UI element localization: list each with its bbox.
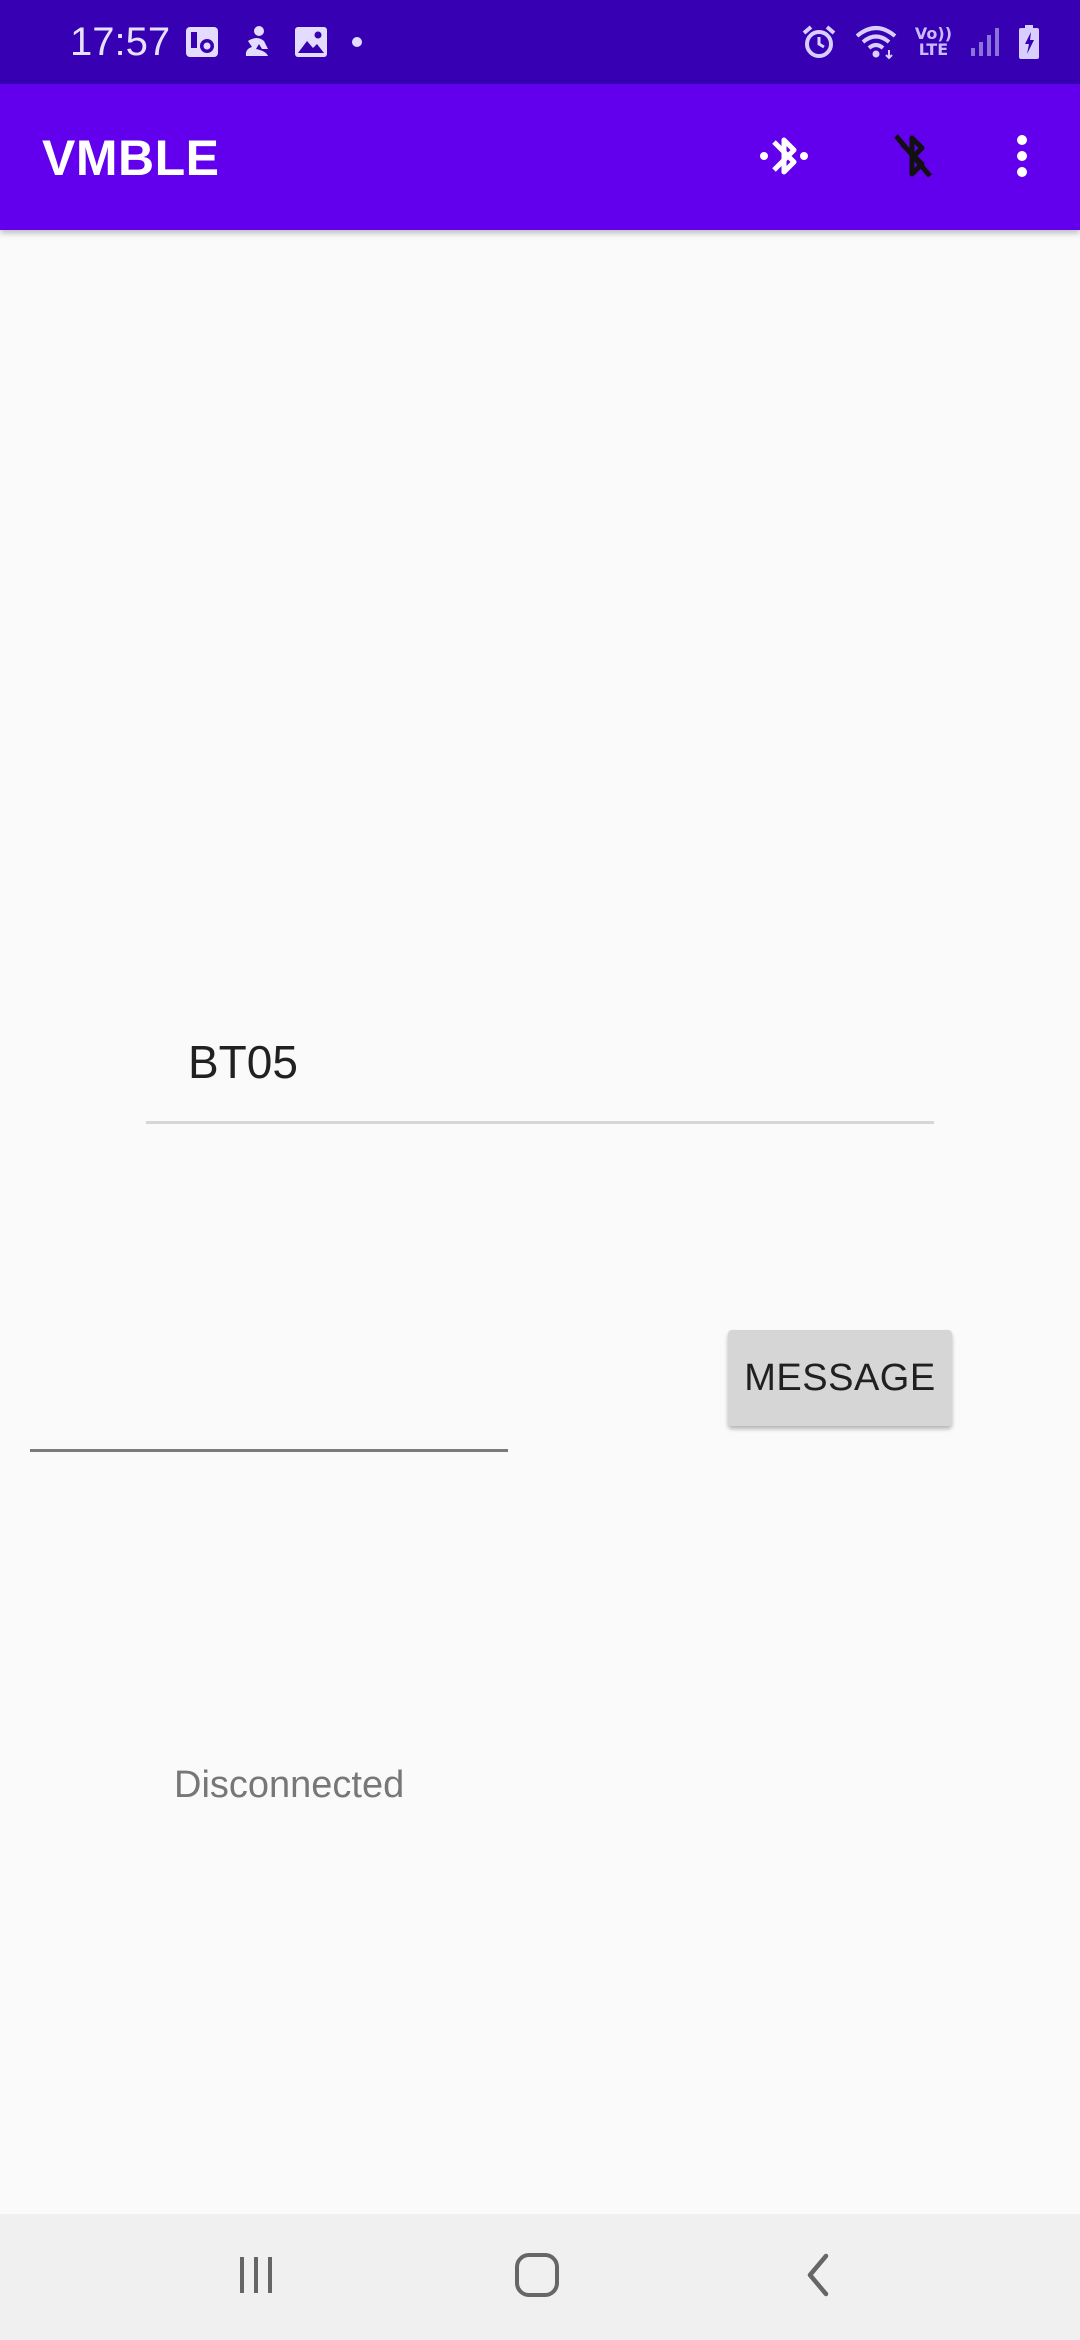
navigation-bar [0, 2214, 1080, 2340]
dot-icon [350, 35, 364, 49]
status-time: 17:57 [70, 20, 171, 64]
status-left-icons [184, 22, 364, 62]
bluetooth-scan-button[interactable] [746, 120, 822, 196]
app-title: VMBLE [42, 130, 220, 186]
battery-icon [1018, 24, 1040, 60]
home-icon [512, 2250, 562, 2305]
wifi-icon [855, 24, 897, 60]
back-icon [798, 2250, 838, 2305]
recents-icon [234, 2253, 278, 2302]
message-input[interactable] [30, 1340, 508, 1452]
gallery-icon [184, 25, 220, 59]
signal-icon [970, 26, 1000, 58]
image-icon [294, 26, 328, 58]
alarm-icon [801, 24, 837, 60]
device-name-text: BT05 [188, 1036, 298, 1088]
bluetooth-scan-icon [756, 126, 812, 191]
status-bar: 17:57 Vo)) LTE [0, 0, 1080, 84]
device-name-field[interactable]: BT05 [146, 1000, 934, 1124]
recents-button[interactable] [216, 2242, 296, 2312]
connection-status: Disconnected [174, 1764, 405, 1806]
fitness-icon [242, 25, 272, 59]
more-vert-icon [1012, 132, 1032, 185]
bluetooth-disabled-icon [884, 126, 940, 191]
message-button[interactable]: MESSAGE [728, 1330, 952, 1426]
back-button[interactable] [778, 2242, 858, 2312]
home-button[interactable] [497, 2242, 577, 2312]
volte-icon: Vo)) LTE [914, 24, 952, 59]
app-bar: VMBLE [0, 84, 1080, 230]
more-options-button[interactable] [984, 120, 1060, 196]
bluetooth-disabled-button[interactable] [874, 120, 950, 196]
status-right-icons: Vo)) LTE [801, 20, 1040, 64]
